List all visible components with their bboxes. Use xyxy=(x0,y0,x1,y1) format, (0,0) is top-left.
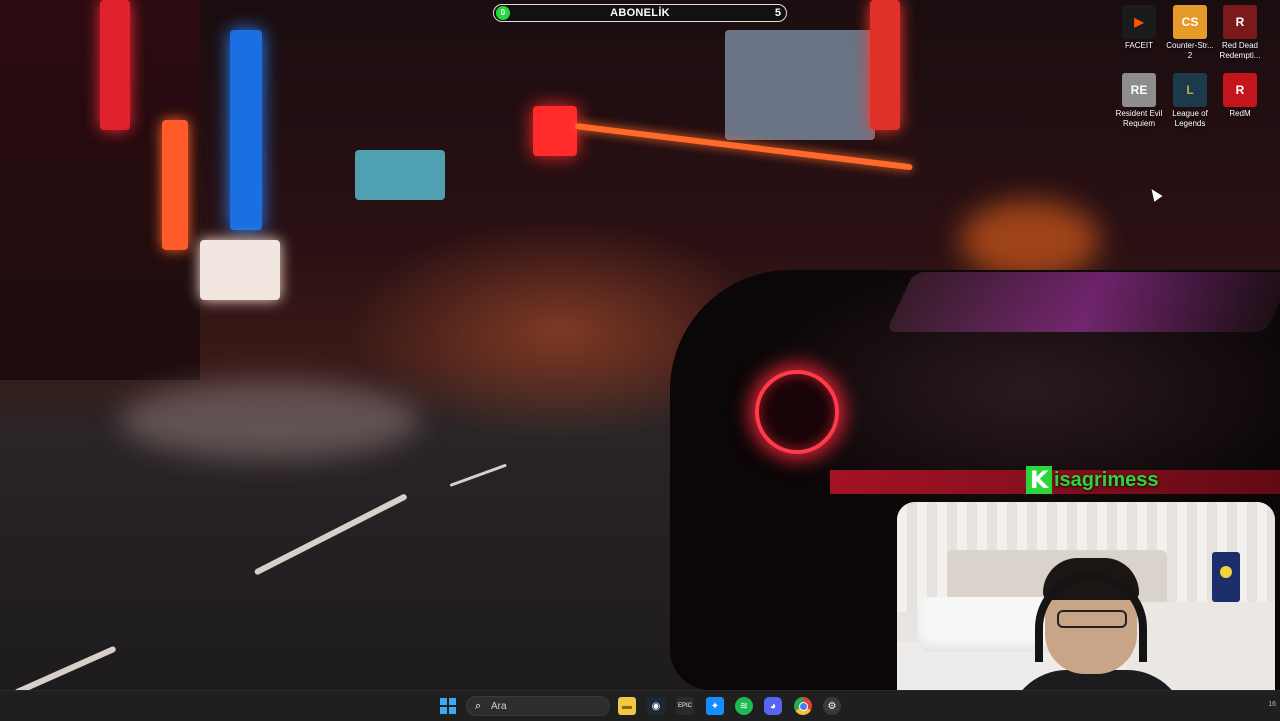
subscription-progress-badge: 0 xyxy=(496,6,510,20)
neon-sign-red xyxy=(100,0,130,130)
neon-sign-hotel xyxy=(870,0,900,130)
subscription-label: ABONELİK xyxy=(610,7,670,19)
road-reflection xyxy=(120,380,420,460)
search-icon: ⌕ xyxy=(475,700,482,712)
steam-icon[interactable]: ◉ xyxy=(647,697,665,715)
webcam-scarf xyxy=(1212,552,1240,602)
faceit-icon: ▶ xyxy=(1122,5,1156,39)
neon-sign-white xyxy=(200,240,280,300)
chrome-icon[interactable] xyxy=(794,697,812,715)
desktop-icon-faceit[interactable]: ▶ FACEIT xyxy=(1113,5,1165,51)
league-of-legends-icon: L xyxy=(1173,73,1207,107)
desktop-icon-label: FACEIT xyxy=(1124,41,1153,50)
channel-brand: K isagrimess xyxy=(1026,466,1159,494)
desktop-icon-label: Resident Evil Requiem xyxy=(1115,109,1163,128)
desktop-icon-label: Red Dead Redempti... xyxy=(1219,41,1261,60)
battlenet-icon[interactable]: ✦ xyxy=(706,697,724,715)
billboard-right xyxy=(725,30,875,140)
settings-icon[interactable]: ⚙ xyxy=(823,697,841,715)
desktop-icon-label: Counter-Str... 2 xyxy=(1166,41,1214,60)
car-tail-light xyxy=(755,370,839,454)
desktop-icon-label: League of Legends xyxy=(1172,109,1208,128)
red-dead-redemption-icon: R xyxy=(1223,5,1257,39)
taskbar: ⌕ Ara ▬ ◉ EPIC ✦ ≋ ◕ ⚙ 16 xyxy=(0,690,1280,721)
resident-evil-icon: RE xyxy=(1122,73,1156,107)
brand-initial: K xyxy=(1026,466,1052,494)
desktop-icon-resident-evil[interactable]: RE Resident Evil Requiem xyxy=(1113,73,1165,129)
epic-games-icon[interactable]: EPIC xyxy=(676,697,694,715)
desktop-icon-league-of-legends[interactable]: L League of Legends xyxy=(1164,73,1216,129)
neon-sign-doppler xyxy=(230,30,262,230)
spotify-icon[interactable]: ≋ xyxy=(735,697,753,715)
search-placeholder: Ara xyxy=(491,701,507,712)
subscription-goal-bar: 0 ABONELİK 5 xyxy=(493,4,787,22)
road-marking xyxy=(253,493,408,576)
taskbar-corner-text: 16 xyxy=(1268,701,1276,708)
street-glow-orange xyxy=(960,200,1100,280)
discord-icon[interactable]: ◕ xyxy=(764,697,782,715)
glasses-icon xyxy=(1057,610,1127,628)
brand-name: isagrimess xyxy=(1054,468,1159,491)
file-explorer-icon[interactable]: ▬ xyxy=(618,697,636,715)
neon-sign-orange xyxy=(162,120,188,250)
billboard-teal xyxy=(355,150,445,200)
desktop-icon-red-dead-redemption[interactable]: R Red Dead Redempti... xyxy=(1214,5,1266,61)
taskbar-search[interactable]: ⌕ Ara xyxy=(466,696,610,716)
webcam-overlay xyxy=(897,502,1275,718)
desktop-icon-redm[interactable]: R RedM xyxy=(1214,73,1266,119)
road-marking xyxy=(13,645,117,690)
desktop-icon-counter-strike[interactable]: CS Counter-Str... 2 xyxy=(1164,5,1216,61)
subscription-count: 5 xyxy=(774,7,781,19)
redm-icon: R xyxy=(1223,73,1257,107)
traffic-light xyxy=(533,106,577,156)
road-marking xyxy=(449,463,507,487)
car-windshield xyxy=(886,272,1280,332)
desktop-icon-label: RedM xyxy=(1229,109,1251,118)
windows-start-icon[interactable] xyxy=(440,698,456,714)
counter-strike-icon: CS xyxy=(1173,5,1207,39)
